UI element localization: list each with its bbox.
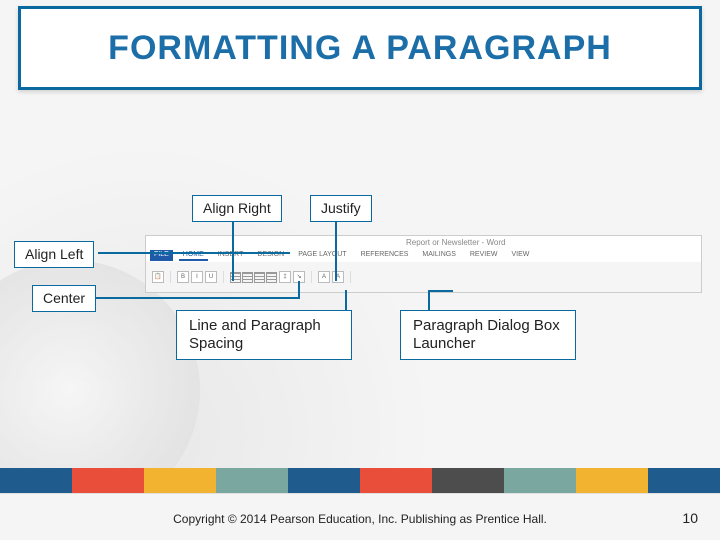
band-swatch — [648, 468, 720, 494]
align-center-button[interactable] — [242, 272, 253, 283]
leader-line — [428, 290, 430, 310]
clipboard-group: 📋 — [152, 271, 171, 283]
band-swatch — [504, 468, 576, 494]
leader-line — [232, 219, 234, 281]
tab-review[interactable]: REVIEW — [466, 250, 502, 261]
callout-justify: Justify — [310, 195, 372, 222]
italic-button[interactable]: I — [191, 271, 203, 283]
word-ribbon-screenshot: Report or Newsletter - Word FILE HOME IN… — [145, 235, 702, 293]
callout-align-left: Align Left — [14, 241, 94, 268]
leader-line — [98, 252, 290, 254]
callout-line-spacing: Line and Paragraph Spacing — [176, 310, 352, 360]
paste-button[interactable]: 📋 — [152, 271, 164, 283]
tab-references[interactable]: REFERENCES — [357, 250, 413, 261]
style-normal[interactable]: A — [318, 271, 330, 283]
line-spacing-button[interactable]: ‡ — [279, 271, 291, 283]
style-heading[interactable]: A — [332, 271, 344, 283]
align-right-button[interactable] — [254, 272, 265, 283]
slide-title: FORMATTING A PARAGRAPH — [108, 29, 612, 68]
page-number: 10 — [682, 510, 698, 526]
tab-pagelayout[interactable]: PAGE LAYOUT — [294, 250, 350, 261]
callout-dialog-launcher: Paragraph Dialog Box Launcher — [400, 310, 576, 360]
leader-line — [298, 281, 300, 299]
band-swatch — [144, 468, 216, 494]
band-swatch — [72, 468, 144, 494]
underline-button[interactable]: U — [205, 271, 217, 283]
ribbon-body: 📋 B I U ‡ ↘ A A — [146, 262, 701, 292]
bold-button[interactable]: B — [177, 271, 189, 283]
band-swatch — [576, 468, 648, 494]
leader-line — [95, 297, 300, 299]
window-title: Report or Newsletter - Word — [406, 238, 505, 247]
leader-line — [345, 290, 347, 310]
band-swatch — [216, 468, 288, 494]
title-container: FORMATTING A PARAGRAPH — [18, 6, 702, 90]
font-group: B I U — [177, 271, 224, 283]
justify-button[interactable] — [266, 272, 277, 283]
copyright-text: Copyright © 2014 Pearson Education, Inc.… — [0, 512, 720, 526]
tab-view[interactable]: VIEW — [507, 250, 533, 261]
band-swatch — [360, 468, 432, 494]
footer: Copyright © 2014 Pearson Education, Inc.… — [0, 493, 720, 540]
tab-mailings[interactable]: MAILINGS — [418, 250, 459, 261]
callout-center: Center — [32, 285, 96, 312]
callout-align-right: Align Right — [192, 195, 282, 222]
alignment-buttons — [230, 272, 277, 283]
color-band — [0, 468, 720, 494]
band-swatch — [432, 468, 504, 494]
leader-line — [335, 219, 337, 281]
band-swatch — [288, 468, 360, 494]
band-swatch — [0, 468, 72, 494]
leader-line — [428, 290, 453, 292]
